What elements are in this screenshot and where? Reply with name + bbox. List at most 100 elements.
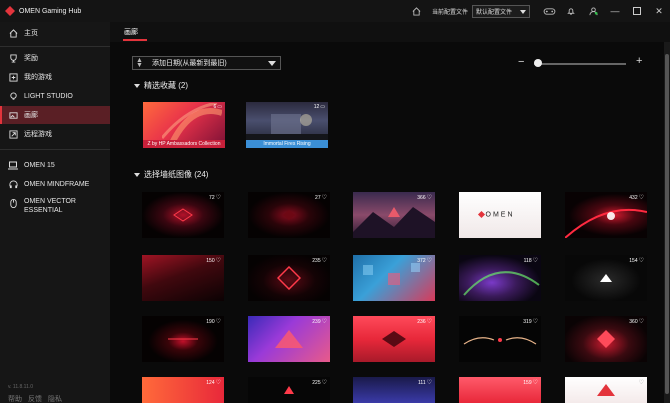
like-count: 111 ♡ — [418, 379, 432, 387]
sidebar: 主页 奖励 我的游戏 LIGHT STUDIO 画廊 远程游戏 OMEN 15 … — [0, 22, 110, 403]
wallpaper-thumbnail[interactable]: 190 ♡ — [142, 316, 224, 362]
wallpaper-thumbnail[interactable]: 319 ♡ — [459, 316, 541, 362]
section-favorites-header[interactable]: 精选收藏 (2) — [134, 80, 188, 91]
omen-diamond-icon — [477, 210, 486, 219]
profile-label: 当前配置文件 — [431, 9, 468, 16]
wallpaper-thumbnail[interactable]: 72 ♡ — [142, 192, 224, 238]
wallpaper-thumbnail[interactable]: 124 ♡ — [142, 377, 224, 403]
zoom-slider-thumb[interactable] — [534, 59, 542, 67]
wallpaper-thumbnail[interactable]: OMEN ♡ — [459, 192, 541, 238]
sidebar-item-rewards[interactable]: 奖励 — [0, 49, 110, 67]
wallpaper-thumbnail[interactable]: 366 ♡ — [353, 192, 435, 238]
wallpaper-thumbnail[interactable]: 372 ♡ — [353, 255, 435, 301]
chevron-down-icon — [520, 9, 526, 14]
wallpaper-thumbnail[interactable]: 236 ♡ — [353, 316, 435, 362]
wallpaper-thumbnail[interactable]: 154 ♡ — [565, 255, 647, 301]
like-count: 27 ♡ — [315, 194, 327, 202]
sidebar-item-omen-vector-essential[interactable]: OMEN VECTOR ESSENTIAL — [0, 195, 110, 219]
sidebar-item-label: 远程游戏 — [24, 131, 52, 138]
zoom-out-button[interactable]: − — [518, 56, 524, 68]
user-icon[interactable] — [582, 0, 604, 22]
like-count: 124 ♡ — [206, 379, 221, 387]
sidebar-item-home[interactable]: 主页 — [0, 24, 110, 42]
minimize-button[interactable]: — — [604, 0, 626, 22]
wallpaper-thumbnail[interactable]: 432 ♡ — [565, 192, 647, 238]
zoom-slider[interactable] — [534, 63, 626, 65]
tab-gallery[interactable]: 画廊 — [124, 27, 138, 37]
sort-arrows-icon: ▲ ▼ — [136, 57, 143, 69]
privacy-link[interactable]: 隐私 — [48, 394, 62, 403]
sort-value: 添加日期(从最新到最旧) — [152, 60, 227, 67]
section-wallpapers-header[interactable]: 选择墙纸图像 (24) — [134, 169, 208, 180]
heart-icon: ♡ — [321, 380, 327, 386]
wallpaper-thumbnail[interactable]: 225 ♡ — [248, 377, 330, 403]
wallpaper-thumbnail[interactable]: 360 ♡ — [565, 316, 647, 362]
wallpaper-thumbnail[interactable]: 239 ♡ — [248, 316, 330, 362]
scrollbar[interactable] — [664, 42, 670, 403]
profile-dropdown[interactable]: 默认配置文件 — [472, 4, 530, 18]
wallpaper-thumbnail[interactable]: 150 ♡ — [142, 255, 224, 301]
bell-icon[interactable] — [560, 0, 582, 22]
like-count: ♡ — [638, 379, 644, 386]
collection-card[interactable]: 6 ▭ Z by HP Ambassadors Collection — [143, 102, 225, 148]
light-icon — [8, 91, 18, 101]
heart-icon: ♡ — [638, 380, 644, 386]
omen-logo-icon — [5, 6, 15, 16]
sidebar-item-label: OMEN VECTOR ESSENTIAL — [24, 198, 76, 214]
sort-dropdown[interactable]: 添加日期(从最新到最旧) — [132, 56, 281, 70]
collection-card[interactable]: 12 ▭ Immortal Fires Rising — [246, 102, 328, 148]
sidebar-item-label: 奖励 — [24, 55, 38, 62]
title-bar: OMEN Gaming Hub 当前配置文件 默认配置文件 — ✕ — [0, 0, 670, 22]
heart-icon: ♡ — [426, 258, 432, 264]
collection-caption: Z by HP Ambassadors Collection — [143, 140, 225, 148]
heart-icon: ♡ — [532, 195, 538, 201]
feedback-link[interactable]: 反馈 — [28, 394, 42, 403]
heart-icon: ♡ — [532, 380, 538, 386]
wallpaper-thumbnail[interactable]: 159 ♡ — [459, 377, 541, 403]
gallery-icon: ▭ — [320, 104, 325, 110]
sidebar-item-remote-play[interactable]: 远程游戏 — [0, 125, 110, 143]
home-icon — [8, 28, 18, 38]
wallpaper-thumbnail[interactable]: 111 ♡ — [353, 377, 435, 403]
version-text: v. 11.8.11.0 — [8, 384, 34, 390]
home-icon[interactable] — [406, 0, 428, 22]
scrollbar-handle[interactable] — [665, 54, 669, 394]
heart-icon: ♡ — [426, 195, 432, 201]
main-content: 画廊 添加日期(从最新到最旧) ▲ ▼ − + 精选收藏 (2) 6 ▭ Z by … — [110, 22, 670, 403]
divider — [0, 149, 110, 150]
like-count: 154 ♡ — [629, 257, 644, 265]
sidebar-item-my-games[interactable]: 我的游戏 — [0, 68, 110, 86]
sidebar-item-omen-mindframe[interactable]: OMEN MINDFRAME — [0, 175, 110, 193]
help-link[interactable]: 帮助 — [8, 394, 22, 403]
heart-icon: ♡ — [321, 258, 327, 264]
close-button[interactable]: ✕ — [648, 0, 670, 22]
wallpaper-thumbnail[interactable]: 235 ♡ — [248, 255, 330, 301]
wallpaper-thumbnail[interactable]: 118 ♡ — [459, 255, 541, 301]
heart-icon: ♡ — [215, 258, 221, 264]
wallpaper-thumbnail[interactable]: 27 ♡ — [248, 192, 330, 238]
heart-icon: ♡ — [321, 319, 327, 325]
section-title: 精选收藏 (2) — [144, 81, 188, 90]
heart-icon: ♡ — [532, 258, 538, 264]
heart-icon: ♡ — [638, 195, 644, 201]
mouse-icon — [8, 198, 18, 208]
heart-icon: ♡ — [638, 258, 644, 264]
sidebar-item-label: LIGHT STUDIO — [24, 92, 73, 100]
sidebar-item-gallery[interactable]: 画廊 — [0, 106, 110, 124]
sidebar-item-label: 画廊 — [24, 112, 38, 119]
heart-icon: ♡ — [321, 195, 327, 201]
controller-icon[interactable] — [538, 0, 560, 22]
gamepad-icon — [8, 72, 18, 82]
wallpaper-thumbnail[interactable]: ♡ — [565, 377, 647, 403]
heart-icon: ♡ — [426, 319, 432, 325]
tab-bar: 画廊 — [110, 22, 670, 42]
sidebar-item-light-studio[interactable]: LIGHT STUDIO — [0, 87, 110, 105]
like-count: 118 ♡ — [523, 257, 538, 265]
sidebar-item-omen-15[interactable]: OMEN 15 — [0, 156, 110, 174]
zoom-in-button[interactable]: + — [636, 55, 642, 67]
like-count: 236 ♡ — [417, 318, 432, 326]
collapse-icon — [134, 172, 140, 177]
laptop-icon — [8, 160, 18, 170]
heart-icon: ♡ — [215, 319, 221, 325]
maximize-button[interactable] — [626, 0, 648, 22]
